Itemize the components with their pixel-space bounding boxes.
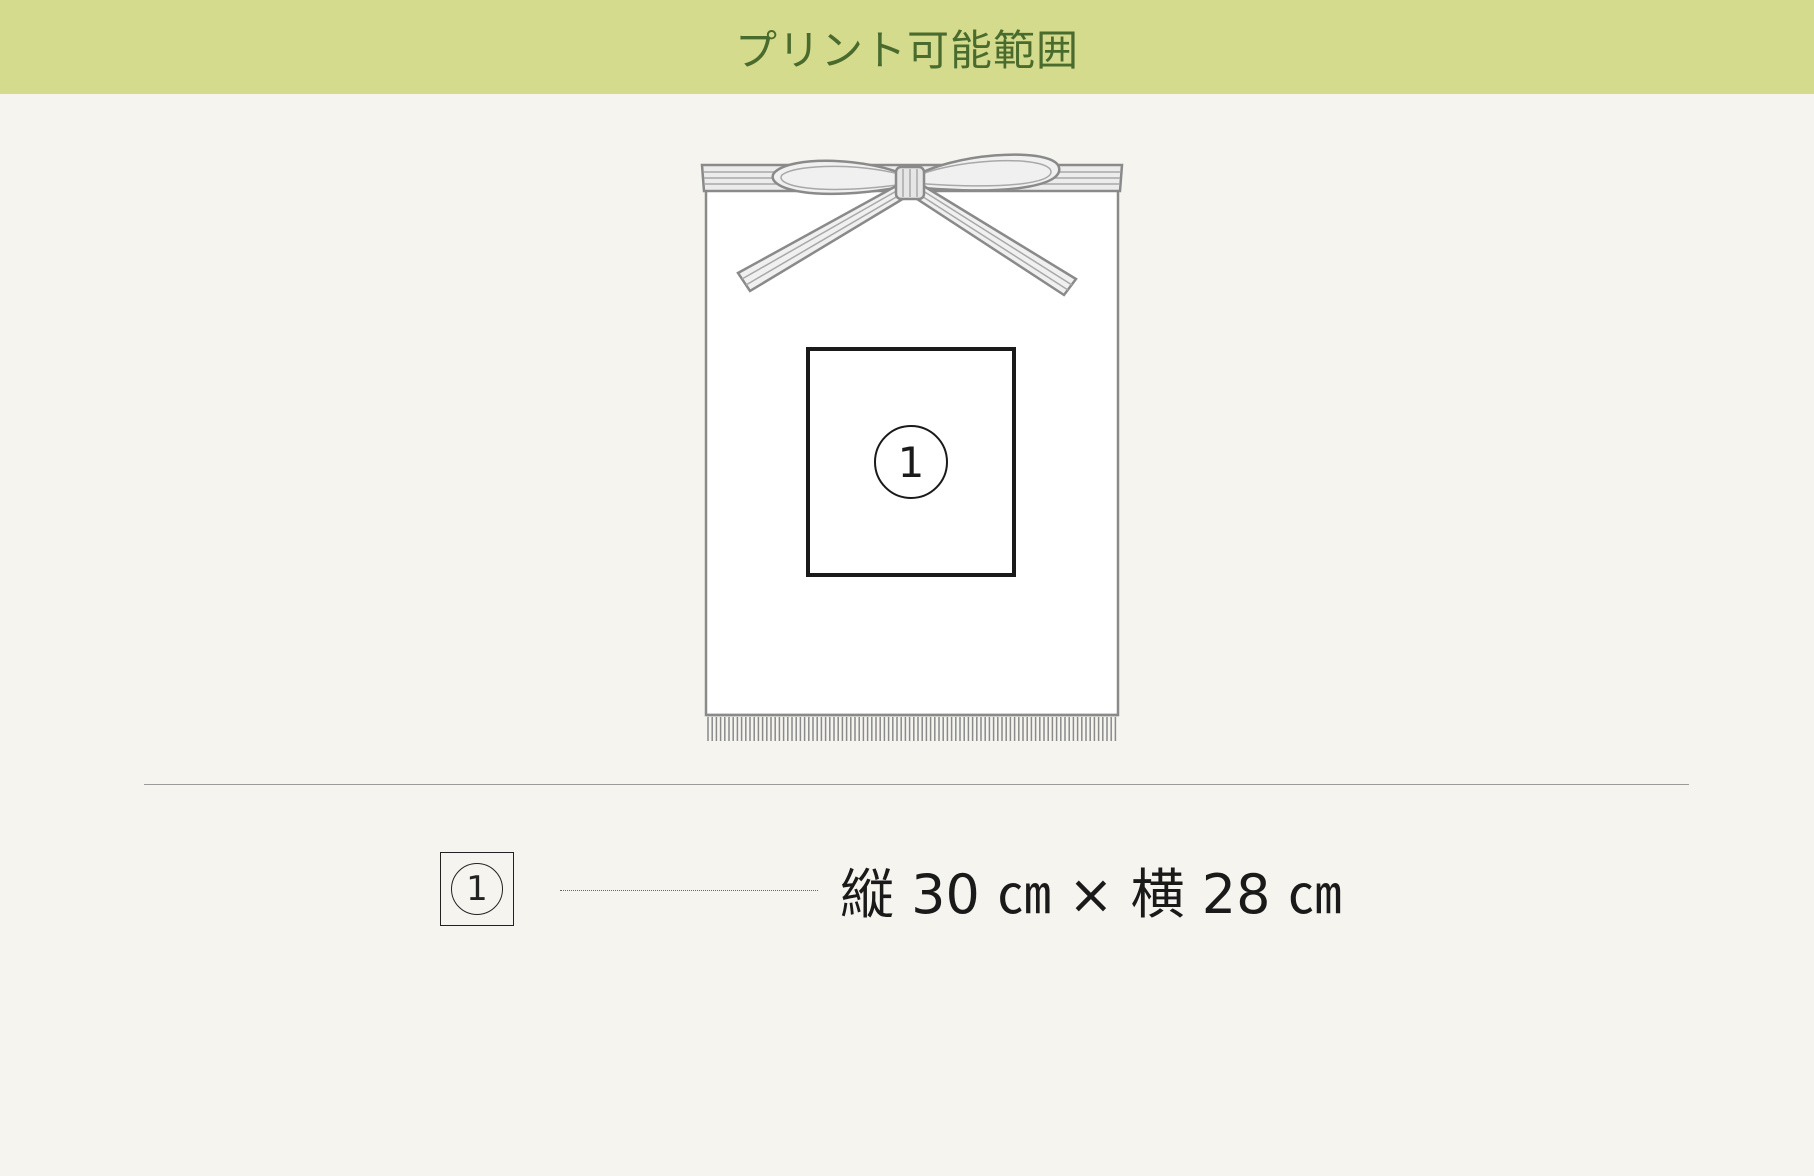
apron-illustration: 1	[700, 153, 1124, 741]
print-area-marker-number: 1	[898, 438, 925, 487]
header-bar: プリント可能範囲	[0, 0, 1814, 94]
dotted-leader	[560, 890, 818, 891]
spec-row: 1 縦 30 ㎝ × 横 28 ㎝	[440, 852, 1440, 930]
spec-marker: 1	[451, 863, 503, 915]
page-title: プリント可能範囲	[734, 25, 1079, 75]
print-size-text: 縦 30 ㎝ × 横 28 ㎝	[840, 862, 1342, 926]
spec-marker-badge: 1	[440, 852, 514, 926]
divider	[144, 784, 1689, 785]
apron-fringe	[706, 713, 1118, 741]
